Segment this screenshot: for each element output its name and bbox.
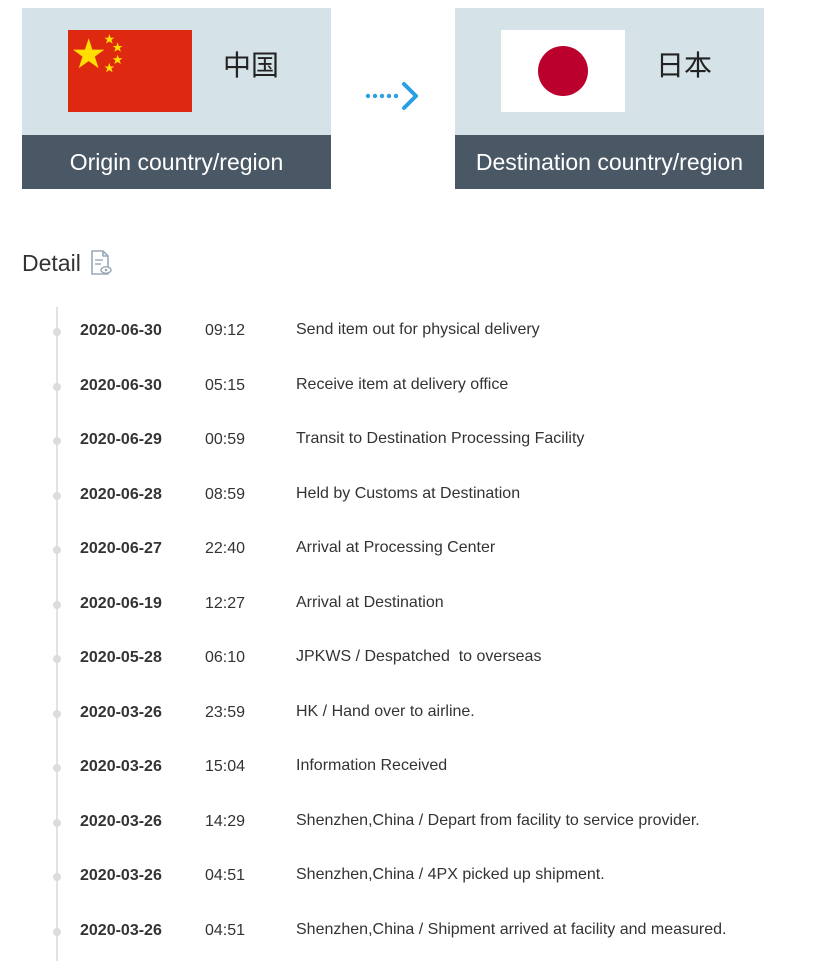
event-description: JPKWS / Despatched to overseas: [296, 648, 542, 665]
japan-flag-icon: [501, 30, 625, 112]
destination-country-label: Destination country/region: [455, 135, 764, 189]
origin-country-card: 中国 Origin country/region: [22, 8, 331, 189]
event-description: Held by Customs at Destination: [296, 484, 521, 502]
event-description: Shenzhen,China / 4PX picked up shipment.: [296, 866, 605, 883]
event-description: Arrival at Processing Center: [296, 539, 496, 556]
tracking-event: 2020-03-26 04:51 Shenzhen,China / Shipme…: [0, 905, 834, 960]
tracking-event: 2020-03-26 04:51 Shenzhen,China / 4PX pi…: [0, 850, 834, 905]
event-date: 2020-03-26: [80, 703, 162, 721]
event-description: Transit to Destination Processing Facili…: [296, 430, 585, 447]
event-time: 15:04: [205, 758, 246, 775]
timeline-dot: [53, 437, 61, 445]
event-time: 08:59: [205, 485, 246, 503]
event-time: 04:51: [205, 921, 246, 939]
tracking-event: 2020-06-30 09:12 Send item out for physi…: [0, 305, 834, 360]
event-date: 2020-06-19: [80, 594, 162, 612]
tracking-event: 2020-06-27 22:40 Arrival at Processing C…: [0, 523, 834, 578]
event-description: Arrival at Destination: [296, 593, 444, 611]
timeline-dot: [53, 764, 61, 772]
event-description: Shenzhen,China / Shipment arrived at fac…: [296, 920, 727, 938]
event-date: 2020-06-28: [80, 485, 162, 503]
event-description: Receive item at delivery office: [296, 375, 509, 393]
tracking-event: 2020-06-30 05:15 Receive item at deliver…: [0, 360, 834, 415]
dotted-right-arrow-icon: [364, 80, 424, 112]
tracking-event: 2020-03-26 15:04 Information Received: [0, 741, 834, 796]
document-view-icon[interactable]: [89, 250, 113, 276]
event-date: 2020-05-28: [80, 649, 162, 666]
event-date: 2020-06-30: [80, 376, 162, 394]
origin-country-label: Origin country/region: [22, 135, 331, 189]
timeline-dot: [53, 709, 61, 718]
event-time: 14:29: [205, 812, 246, 830]
event-description: HK / Hand over to airline.: [296, 702, 475, 720]
event-description: Send item out for physical delivery: [296, 321, 540, 338]
timeline-dot: [53, 600, 61, 609]
timeline-dot: [53, 546, 61, 554]
timeline-dot: [53, 328, 61, 336]
destination-country-name: 日本: [656, 49, 713, 82]
timeline-dot: [53, 927, 61, 936]
event-time: 04:51: [205, 867, 246, 884]
event-description: Shenzhen,China / Depart from facility to…: [296, 811, 700, 829]
china-flag-icon: [68, 30, 192, 112]
event-time: 23:59: [205, 703, 246, 721]
timeline-dot: [53, 873, 61, 881]
event-time: 09:12: [205, 322, 246, 339]
tracking-event: 2020-03-26 23:59 HK / Hand over to airli…: [0, 687, 834, 742]
event-date: 2020-03-26: [80, 921, 162, 939]
event-time: 22:40: [205, 540, 246, 557]
tracking-event: 2020-03-26 14:29 Shenzhen,China / Depart…: [0, 796, 834, 851]
event-date: 2020-03-26: [80, 812, 162, 830]
tracking-event-list: 2020-06-30 09:12 Send item out for physi…: [0, 305, 834, 959]
tracking-event: 2020-06-28 08:59 Held by Customs at Dest…: [0, 469, 834, 524]
timeline-dot: [53, 655, 61, 663]
timeline-dot: [53, 491, 61, 500]
event-date: 2020-03-26: [80, 867, 162, 884]
destination-country-card: 日本 Destination country/region: [455, 8, 764, 189]
origin-country-name: 中国: [223, 49, 280, 82]
detail-title: Detail: [22, 250, 81, 276]
event-time: 06:10: [205, 649, 246, 666]
event-description: Information Received: [296, 757, 448, 774]
event-date: 2020-06-27: [80, 540, 162, 557]
tracking-event: 2020-06-29 00:59 Transit to Destination …: [0, 414, 834, 469]
timeline-dot: [53, 382, 61, 391]
event-date: 2020-03-26: [80, 758, 162, 775]
event-time: 05:15: [205, 376, 246, 394]
tracking-event: 2020-06-19 12:27 Arrival at Destination: [0, 578, 834, 633]
timeline-dot: [53, 818, 61, 827]
event-time: 00:59: [205, 431, 246, 448]
tracking-event: 2020-05-28 06:10 JPKWS / Despatched to o…: [0, 632, 834, 687]
event-date: 2020-06-30: [80, 322, 162, 339]
event-time: 12:27: [205, 594, 246, 612]
event-date: 2020-06-29: [80, 431, 162, 448]
detail-header: Detail: [22, 247, 113, 279]
